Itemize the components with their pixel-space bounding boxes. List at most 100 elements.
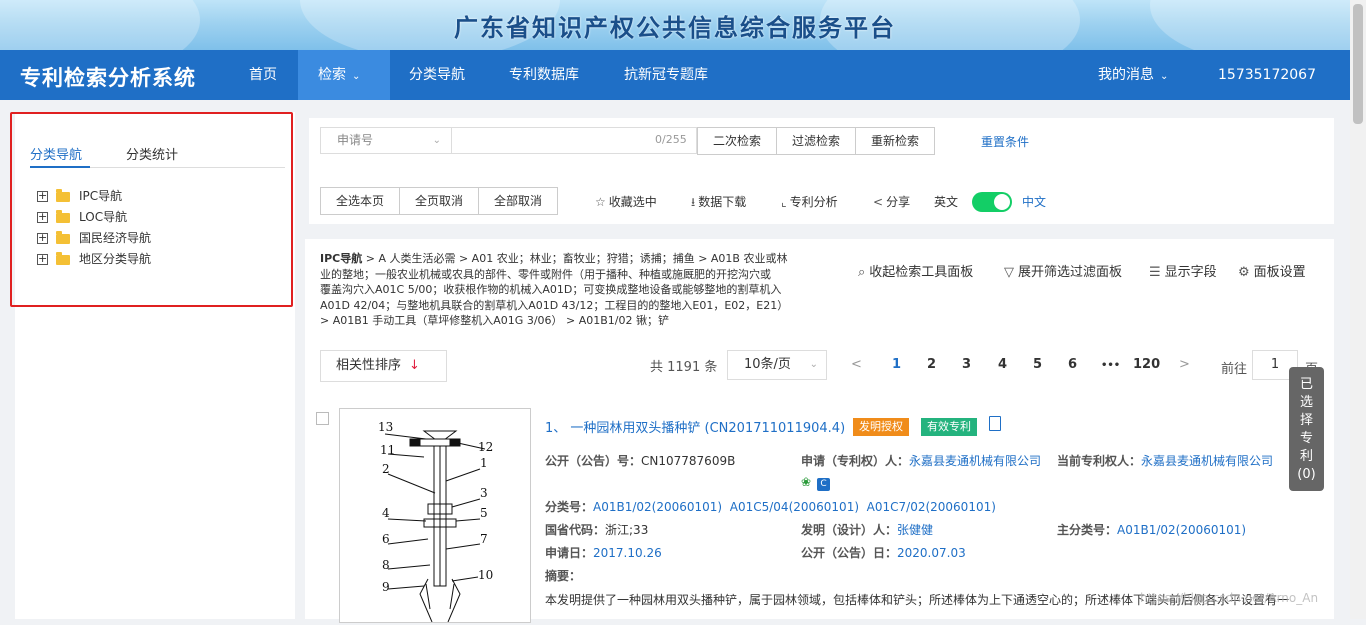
highlight-box <box>10 112 293 307</box>
breadcrumb: IPC导航 > A 人类生活必需 > A01 农业；林业；畜牧业；狩猎；诱捕；捕… <box>320 251 820 329</box>
figure-label: 10 <box>478 568 493 582</box>
main-class-link[interactable]: A01B1/02(20060101) <box>1117 523 1246 537</box>
figure-label: 8 <box>382 558 390 572</box>
expand-filter-panel-button[interactable]: ▽ 展开筛选过滤面板 <box>1004 261 1122 280</box>
filter-search-button[interactable]: 过滤检索 <box>777 128 857 154</box>
selected-patents-panel[interactable]: 已选择专利 (0) <box>1289 367 1324 491</box>
class-link[interactable]: A01B1/02(20060101) <box>593 500 722 514</box>
selection-button-group: 全选本页 全页取消 全部取消 <box>320 187 559 215</box>
sort-arrow-icon: ↓ <box>409 358 420 373</box>
figure-label: 7 <box>480 532 488 546</box>
search-icon: ⌕ <box>858 265 866 280</box>
page-scrollbar[interactable] <box>1350 0 1366 619</box>
total-count: 共 1191 条 <box>650 360 718 375</box>
list-icon: ☰ <box>1149 265 1161 280</box>
nav-classification[interactable]: 分类导航 <box>389 50 485 100</box>
download-icon: ⭳ <box>691 195 696 209</box>
abstract-label: 摘要： <box>545 569 582 583</box>
deselect-all-button[interactable]: 全部取消 <box>479 188 558 214</box>
inventor-field: 发明（设计）人：张健健 <box>801 523 934 537</box>
lang-zh-label: 中文 <box>1022 195 1047 209</box>
pub-date-field: 公开（公告）日：2020.07.03 <box>801 546 966 560</box>
inventor-link[interactable]: 张健健 <box>897 523 933 537</box>
search-field-select[interactable]: 申请号 ⌄ <box>320 127 452 154</box>
select-page-button[interactable]: 全选本页 <box>321 188 401 214</box>
breadcrumb-line: A01D 42/04；与整地机具联合的割草机入A01D 43/12；工程目的的整… <box>320 298 789 312</box>
favorite-selected-button[interactable]: ☆ 收藏选中 <box>595 193 657 210</box>
nav-messages[interactable]: 我的消息 ⌄ <box>1078 50 1188 100</box>
owner-link[interactable]: 永嘉县麦通机械有限公司 <box>1141 454 1273 468</box>
share-icon: < <box>873 195 884 209</box>
pub-number-field: 公开（公告）号：CN107787609B <box>545 454 736 468</box>
page-6[interactable]: 6 <box>1068 357 1077 372</box>
reset-conditions-link[interactable]: 重置条件 <box>981 133 1029 150</box>
chart-icon: ⌞ <box>781 195 787 209</box>
main-navbar: 专利检索分析系统 首页 检索 ⌄ 分类导航 专利数据库 抗新冠专题库 我的消息 ⌄ … <box>0 50 1350 132</box>
mini-icons: ❀ C <box>801 475 830 491</box>
app-date-field: 申请日：2017.10.26 <box>545 546 662 560</box>
secondary-search-button[interactable]: 二次检索 <box>698 128 778 154</box>
page-size-select[interactable]: 10条/页 ⌄ <box>727 350 827 380</box>
share-button[interactable]: < 分享 <box>873 193 910 210</box>
applicant-link[interactable]: 永嘉县麦通机械有限公司 <box>909 454 1041 468</box>
page-2[interactable]: 2 <box>927 357 936 372</box>
patent-drawing: 13 12 11 2 1 3 4 5 6 7 8 9 10 <box>378 420 493 623</box>
paw-icon[interactable]: ❀ <box>801 475 813 489</box>
page-ellipsis[interactable]: ••• <box>1101 360 1120 371</box>
nav-search[interactable]: 检索 ⌄ <box>298 50 390 100</box>
selected-patents-label-char: 选 <box>1299 395 1313 410</box>
deselect-page-button[interactable]: 全页取消 <box>400 188 480 214</box>
new-search-button[interactable]: 重新检索 <box>856 128 935 154</box>
selected-patents-label-char: 专 <box>1299 431 1313 446</box>
page-3[interactable]: 3 <box>962 357 971 372</box>
class-link[interactable]: A01C5/04(20060101) <box>730 500 859 514</box>
selected-patents-count: (0) <box>1297 467 1316 482</box>
panel-settings-button[interactable]: ⚙ 面板设置 <box>1238 261 1306 280</box>
banner-title: 广东省知识产权公共信息综合服务平台 <box>454 13 896 42</box>
figure-label: 9 <box>382 580 390 594</box>
download-data-button[interactable]: ⭳ 数据下载 <box>691 193 746 214</box>
language-toggle[interactable] <box>972 192 1012 212</box>
scrollbar-thumb[interactable] <box>1353 4 1363 124</box>
system-title[interactable]: 专利检索分析系统 <box>20 62 196 92</box>
patent-title-link[interactable]: 1、 一种园林用双头播种铲 (CN201711011904.4) <box>545 417 845 436</box>
collapse-search-panel-button[interactable]: ⌕ 收起检索工具面板 <box>858 261 973 280</box>
gear-icon: ⚙ <box>1238 265 1250 280</box>
patent-status-badge: 有效专利 <box>921 418 977 436</box>
prev-page-button[interactable]: < <box>851 357 862 372</box>
filter-icon: ▽ <box>1004 265 1014 280</box>
next-page-button[interactable]: > <box>1179 357 1190 372</box>
citation-icon[interactable]: C <box>817 478 830 491</box>
page-5[interactable]: 5 <box>1033 357 1042 372</box>
chevron-down-icon: ⌄ <box>1160 71 1169 82</box>
nav-patent-database[interactable]: 专利数据库 <box>489 50 599 100</box>
show-fields-button[interactable]: ☰ 显示字段 <box>1149 261 1217 280</box>
figure-label: 12 <box>478 440 493 454</box>
page-4[interactable]: 4 <box>998 357 1007 372</box>
main-class-field: 主分类号：A01B1/02(20060101) <box>1057 523 1247 537</box>
relevance-sort-button[interactable]: 相关性排序 ↓ <box>320 350 447 382</box>
class-link[interactable]: A01C7/02(20060101) <box>867 500 996 514</box>
breadcrumb-line: 业的整地；一般农业机械或农具的部件、零件或附件（用于播种、种植或施厩肥的开挖沟穴… <box>320 267 771 281</box>
breadcrumb-line: 覆盖沟穴入A01C 5/00；收获根作物的机械入A01D；可变换成整地设备或能够… <box>320 283 782 296</box>
figure-label: 4 <box>382 506 390 520</box>
selected-patents-label: 已选择专利 <box>1300 376 1314 466</box>
document-icon[interactable] <box>989 416 1001 431</box>
nav-covid-database[interactable]: 抗新冠专题库 <box>604 50 728 100</box>
applicant-field: 申请（专利权）人：永嘉县麦通机械有限公司 <box>801 454 1042 468</box>
breadcrumb-line: > A01B1 手动工具（草坪修整机入A01G 3/06） > A01B1/02… <box>320 314 669 327</box>
page-1[interactable]: 1 <box>892 357 901 372</box>
nav-user[interactable]: 15735172067⌄ <box>1198 50 1350 132</box>
figure-label: 5 <box>480 506 488 520</box>
nav-home[interactable]: 首页 <box>229 50 297 100</box>
search-button-group: 二次检索 过滤检索 重新检索 <box>697 127 936 155</box>
patent-figure[interactable]: 13 12 11 2 1 3 4 5 6 7 8 9 10 <box>339 408 531 623</box>
class-field: 分类号：A01B1/02(20060101) A01C5/04(20060101… <box>545 500 996 514</box>
page-120[interactable]: 120 <box>1133 357 1160 372</box>
selected-patents-label-char: 利 <box>1299 449 1313 464</box>
patent-analysis-button[interactable]: ⌞ 专利分析 <box>781 193 838 210</box>
patent-checkbox[interactable] <box>316 412 329 425</box>
chevron-down-icon: ⌄ <box>432 135 441 146</box>
breadcrumb-root[interactable]: IPC导航 <box>320 252 362 265</box>
results-panel: IPC导航 > A 人类生活必需 > A01 农业；林业；畜牧业；狩猎；诱捕；捕… <box>305 239 1334 623</box>
